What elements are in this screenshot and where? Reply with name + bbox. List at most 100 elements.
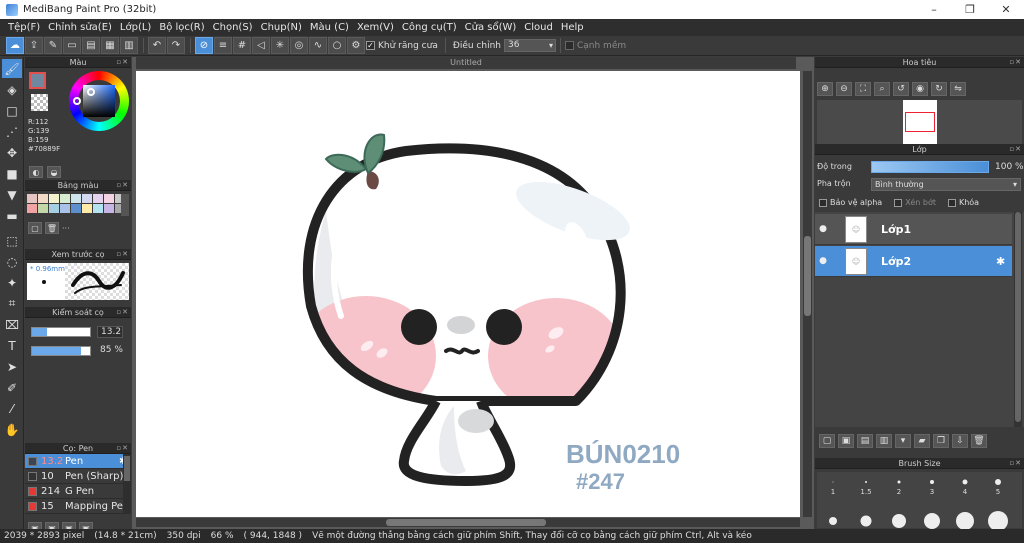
layer-row[interactable]: ● ☺ Lớp1 — [815, 214, 1012, 245]
brush-size-option[interactable] — [916, 500, 948, 529]
move-tool-icon[interactable]: ✥ — [2, 143, 22, 162]
menu-item-7[interactable]: Xem(V) — [353, 22, 398, 33]
palette-swatch[interactable] — [38, 204, 48, 213]
brush-size-option[interactable] — [850, 500, 882, 527]
select-eraser-tool-icon[interactable]: ⌧ — [2, 315, 22, 334]
page-icon[interactable]: ▤ — [82, 37, 100, 54]
fit-window-icon[interactable]: ⛶ — [855, 82, 871, 96]
brush-size-option[interactable]: 2 — [883, 472, 915, 498]
new-palette-icon[interactable]: ▢ — [28, 222, 42, 234]
canvas-vertical-scrollbar[interactable] — [803, 71, 812, 517]
palette-swatch[interactable] — [27, 194, 37, 203]
palette-scrollbar[interactable] — [121, 194, 129, 216]
color-mode-icon[interactable]: ◐ — [29, 166, 43, 178]
foreground-color-swatch[interactable] — [29, 72, 46, 89]
new-raster-layer-icon[interactable]: ▣ — [838, 434, 854, 448]
text-tool-icon[interactable]: T — [2, 336, 22, 355]
shape-tool-icon[interactable]: □ — [2, 101, 22, 120]
brush-size-option[interactable]: 4 — [949, 472, 981, 498]
menu-item-11[interactable]: Help — [557, 22, 588, 33]
navigator-viewport-rect[interactable] — [905, 112, 935, 132]
pages-icon[interactable]: ▦ — [101, 37, 119, 54]
hand-tool-icon[interactable]: ✋ — [2, 420, 22, 439]
menu-item-0[interactable]: Tệp(F) — [4, 22, 44, 33]
magic-wand-tool-icon[interactable]: ✦ — [2, 273, 22, 292]
lock-option[interactable]: Khóa — [947, 198, 979, 207]
layer-name[interactable]: Lớp1 — [881, 223, 1012, 236]
background-color-swatch[interactable] — [31, 94, 48, 111]
snap-parallel-icon[interactable]: ≡ — [214, 37, 232, 54]
new-layer-icon[interactable]: ▢ — [819, 434, 835, 448]
palette-swatch[interactable] — [27, 204, 37, 213]
merge-down-icon[interactable]: ⇩ — [952, 434, 968, 448]
drawing-canvas[interactable]: BÚN0210 #247 — [136, 71, 800, 517]
undo-icon[interactable]: ↶ — [148, 37, 166, 54]
menu-item-2[interactable]: Lớp(L) — [116, 22, 155, 33]
brush-list-item[interactable]: 214 G Pen — [25, 484, 131, 499]
rotate-left-icon[interactable]: ↺ — [893, 82, 909, 96]
blend-mode-select[interactable]: Bình thường — [871, 178, 1021, 191]
palette-more[interactable]: ··· — [62, 224, 70, 233]
menu-item-5[interactable]: Chụp(N) — [257, 22, 306, 33]
palette-swatch[interactable] — [49, 204, 59, 213]
snap-radial-icon[interactable]: ✳ — [271, 37, 289, 54]
visibility-eye-icon[interactable]: ● — [815, 256, 831, 266]
protect-alpha-option[interactable]: Bảo vệ alpha — [819, 198, 882, 207]
upload-icon[interactable]: ⇪ — [25, 37, 43, 54]
lasso-tool-icon[interactable]: ◌ — [2, 252, 22, 271]
snap-curve-icon[interactable]: ∿ — [309, 37, 327, 54]
brush-size-option[interactable]: 1 — [817, 472, 849, 498]
brush-size-option[interactable] — [949, 500, 981, 530]
brush-list-item[interactable]: 15 Mapping Pen — [25, 499, 131, 514]
select-tool-icon[interactable]: ⬚ — [2, 231, 22, 250]
dot-tool-icon[interactable]: ⋰ — [2, 122, 22, 141]
palette-swatch[interactable] — [49, 194, 59, 203]
snap-grid-icon[interactable]: # — [233, 37, 251, 54]
layer-opacity-slider[interactable] — [871, 161, 989, 173]
new-mono-layer-icon[interactable]: ▥ — [876, 434, 892, 448]
snap-perspective-icon[interactable]: ◁ — [252, 37, 270, 54]
brush-list-item[interactable]: 13.2Pen✱ — [25, 454, 131, 469]
brush-size-option[interactable] — [817, 500, 849, 526]
new-halftone-layer-icon[interactable]: ▤ — [857, 434, 873, 448]
palette-swatch[interactable] — [82, 204, 92, 213]
layer-row[interactable]: ● ☺ Lớp2 ✱ — [815, 246, 1012, 277]
maximize-button[interactable]: ❐ — [952, 0, 988, 19]
soft-edge-checkbox[interactable] — [564, 41, 574, 50]
folder-icon[interactable]: ▰ — [914, 434, 930, 448]
palette-swatch[interactable] — [93, 204, 103, 213]
snap-settings-icon[interactable]: ⚙ — [347, 37, 365, 54]
flip-icon[interactable]: ⇋ — [950, 82, 966, 96]
menu-item-8[interactable]: Công cụ(T) — [398, 22, 461, 33]
canvas-horizontal-scrollbar[interactable] — [136, 518, 800, 527]
duplicate-layer-icon[interactable]: ❐ — [933, 434, 949, 448]
navigator-view[interactable] — [817, 100, 1022, 150]
speech-icon[interactable]: ▭ — [63, 37, 81, 54]
visibility-eye-icon[interactable]: ● — [815, 224, 831, 234]
zoom-in-icon[interactable]: ⊕ — [817, 82, 833, 96]
brush-list-scrollbar[interactable] — [123, 454, 131, 514]
palette-swatch[interactable] — [60, 194, 70, 203]
menu-item-10[interactable]: Cloud — [520, 22, 557, 33]
palette-swatch[interactable] — [71, 204, 81, 213]
layer-list-scrollbar[interactable] — [1014, 212, 1022, 427]
operation-tool-icon[interactable]: ➤ — [2, 357, 22, 376]
brush-tool-icon[interactable]: 🖌 — [2, 59, 22, 78]
layer-name[interactable]: Lớp2 — [881, 255, 996, 268]
delete-layer-icon[interactable]: 🗑 — [971, 434, 987, 448]
adjust-select[interactable]: 36 — [503, 39, 556, 52]
brush-list-item[interactable]: 10 Pen (Sharp) — [25, 469, 131, 484]
menu-item-6[interactable]: Màu (C) — [306, 22, 353, 33]
clipping-option[interactable]: Xén bớt — [894, 198, 936, 207]
divide-tool-icon[interactable]: ✐ — [2, 378, 22, 397]
hue-pointer[interactable] — [73, 97, 81, 105]
palette-swatch[interactable] — [93, 194, 103, 203]
antialias-checkbox[interactable]: ✓ — [366, 41, 375, 50]
brush-opacity-slider[interactable] — [31, 346, 91, 356]
select-pen-tool-icon[interactable]: ⌗ — [2, 294, 22, 313]
gradient-tool-icon[interactable]: ▬ — [2, 206, 22, 225]
palette-swatch[interactable] — [38, 194, 48, 203]
color-history-icon[interactable]: ◒ — [47, 166, 61, 178]
rotate-right-icon[interactable]: ↻ — [931, 82, 947, 96]
palette-swatch[interactable] — [104, 204, 114, 213]
